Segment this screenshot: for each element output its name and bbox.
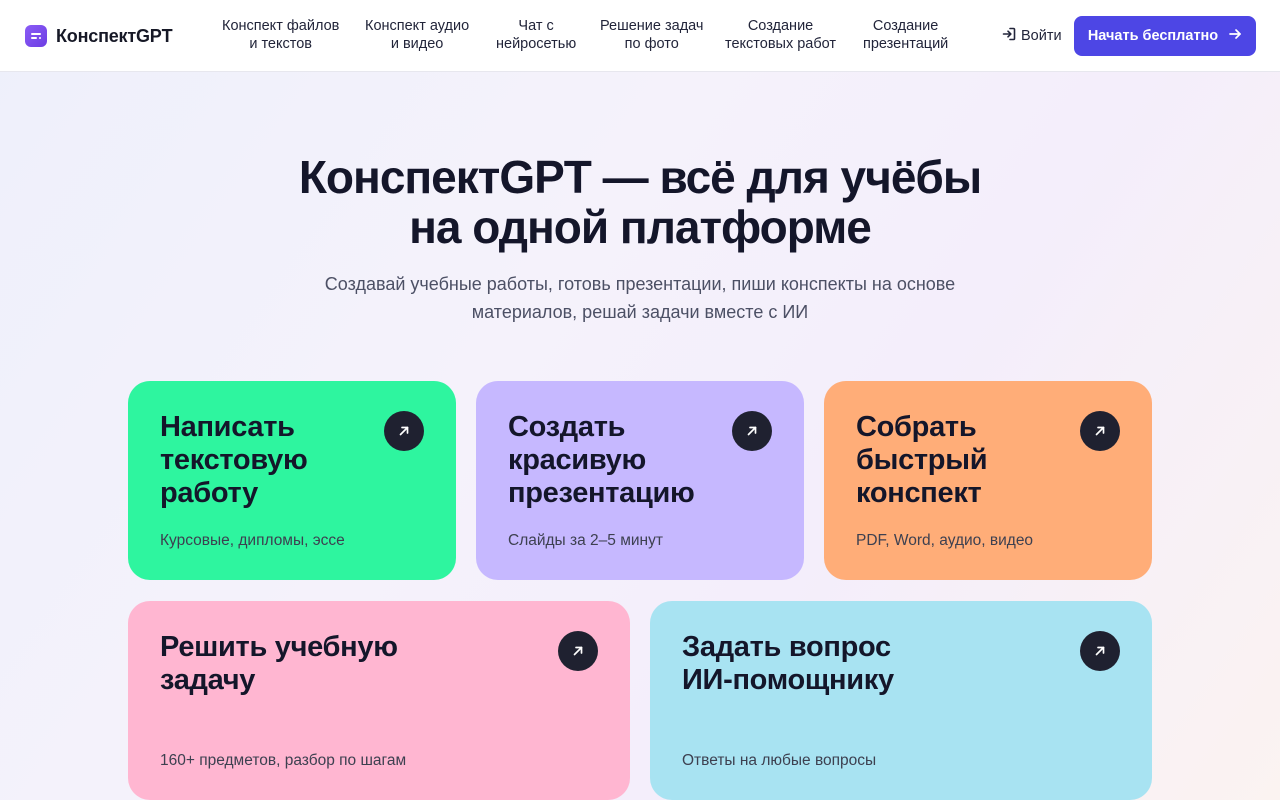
card-solve-task[interactable]: Решить учебную задачу 160+ предметов, ра… (128, 601, 630, 800)
login-link[interactable]: Войти (1001, 26, 1062, 46)
hero-title-line: КонспектGPT — всё для учёбы (298, 151, 982, 203)
arrow-up-right-icon[interactable] (1080, 631, 1120, 671)
nav-item-photo-solver[interactable]: Решение задач по фото (600, 17, 703, 53)
card-title-line: Задать вопрос (682, 631, 891, 663)
nav-item-label: Создание (747, 18, 814, 34)
brand-name: КонспектGPT (56, 25, 173, 46)
card-title-line: работу (160, 477, 259, 509)
hero-title-line: на одной платформе (409, 201, 872, 253)
card-subtitle: Слайды за 2–5 минут (508, 532, 663, 549)
card-title-line: ИИ-помощнику (682, 664, 894, 696)
card-subtitle: 160+ предметов, разбор по шагам (160, 752, 407, 769)
card-title: Создать красивую презентацию (508, 411, 695, 510)
login-label: Войти (1021, 28, 1062, 44)
card-title: Решить учебную задачу (160, 631, 398, 697)
nav-item-text-works[interactable]: Создание текстовых работ (725, 17, 836, 53)
hero-title: КонспектGPT — всё для учёбы на одной пла… (0, 152, 1280, 252)
logo-icon (25, 25, 47, 47)
nav-item-label: Чат с (518, 18, 554, 34)
arrow-right-icon (1228, 27, 1242, 45)
cta-label: Начать бесплатно (1087, 28, 1219, 44)
nav-item-label: и видео (390, 36, 444, 52)
card-title-line: Написать (160, 411, 295, 443)
card-text-work[interactable]: Написать текстовую работу Курсовые, дипл… (128, 381, 456, 580)
nav-item-ai-chat[interactable]: Чат с нейросетью (496, 17, 576, 53)
sign-in-icon (1001, 26, 1017, 46)
nav-item-label: Конспект аудио (365, 18, 470, 34)
card-title: Написать текстовую работу (160, 411, 308, 510)
arrow-up-right-icon[interactable] (558, 631, 598, 671)
nav-item-label: презентаций (863, 36, 949, 52)
card-subtitle: Курсовые, дипломы, эссе (160, 532, 345, 549)
nav-item-presentations[interactable]: Создание презентаций (863, 17, 948, 53)
card-subtitle: PDF, Word, аудио, видео (856, 532, 1034, 549)
card-title-line: Решить учебную (160, 631, 398, 663)
card-title-line: Создать (508, 411, 626, 443)
card-title-line: задачу (160, 664, 256, 696)
hero-subtitle-line: материалов, решай задачи вместе с ИИ (471, 302, 809, 322)
card-subtitle: Ответы на любые вопросы (682, 752, 877, 769)
card-title: Собрать быстрый конспект (856, 411, 988, 510)
nav-item-audio-summary[interactable]: Конспект аудио и видео (365, 17, 469, 53)
card-ask-ai[interactable]: Задать вопрос ИИ-помощнику Ответы на люб… (650, 601, 1152, 800)
nav-item-label: по фото (624, 36, 679, 52)
card-summary[interactable]: Собрать быстрый конспект PDF, Word, ауди… (824, 381, 1152, 580)
nav-item-label: Конспект файлов (222, 18, 340, 34)
card-title: Задать вопрос ИИ-помощнику (682, 631, 894, 697)
arrow-up-right-icon[interactable] (384, 411, 424, 451)
card-title-line: текстовую (160, 444, 308, 476)
card-title-line: красивую (508, 444, 646, 476)
start-free-button[interactable]: Начать бесплатно (1074, 16, 1256, 56)
hero-subtitle-line: Создавай учебные работы, готовь презента… (324, 274, 956, 294)
nav-item-label: текстовых работ (725, 36, 837, 52)
card-title-line: Собрать (856, 411, 977, 443)
nav-item-label: Создание (872, 18, 939, 34)
nav-item-file-summary[interactable]: Конспект файлов и текстов (222, 17, 339, 53)
nav-item-label: нейросетью (496, 36, 577, 52)
card-title-line: быстрый (856, 444, 988, 476)
nav-item-label: Решение задач (600, 18, 704, 34)
site-header: КонспектGPT Конспект файлов и текстов Ко… (0, 0, 1280, 72)
card-title-line: конспект (856, 477, 982, 509)
card-presentation[interactable]: Создать красивую презентацию Слайды за 2… (476, 381, 804, 580)
nav-item-label: и текстов (249, 36, 313, 52)
arrow-up-right-icon[interactable] (732, 411, 772, 451)
hero-subtitle: Создавай учебные работы, готовь презента… (290, 270, 990, 326)
arrow-up-right-icon[interactable] (1080, 411, 1120, 451)
logo[interactable]: КонспектGPT (25, 25, 173, 47)
card-title-line: презентацию (508, 477, 695, 509)
